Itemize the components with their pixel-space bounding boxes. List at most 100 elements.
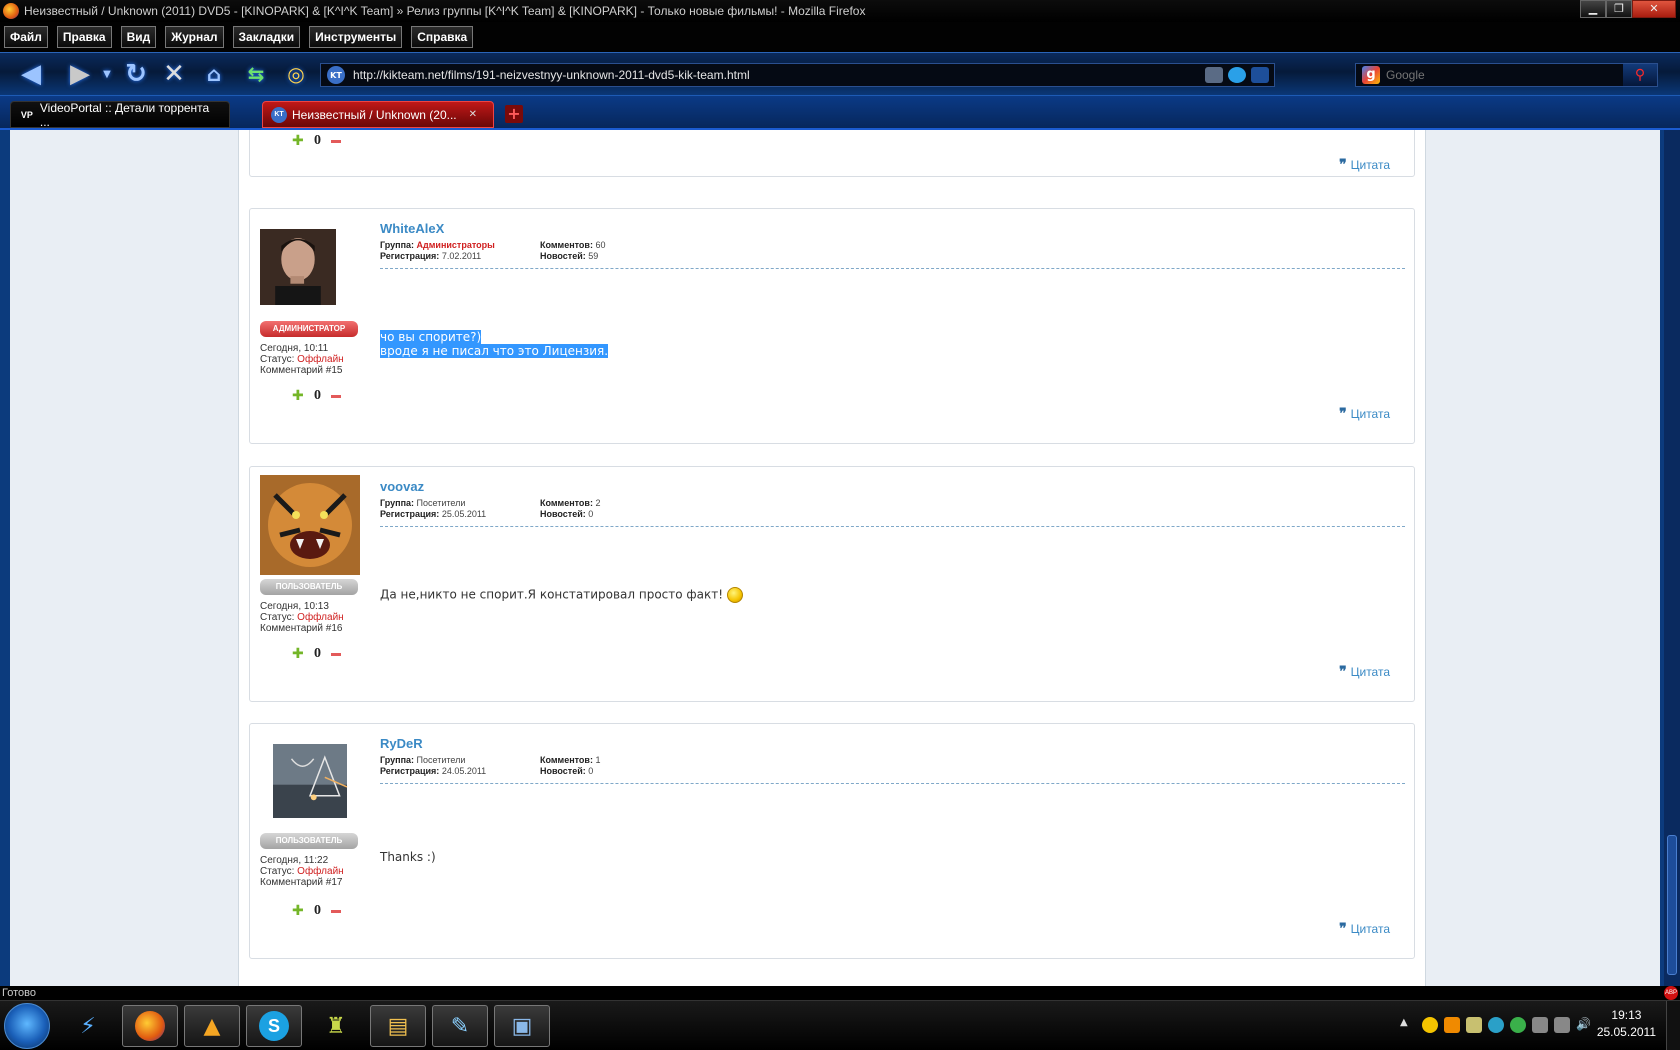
quote-label: Цитата [1350, 407, 1390, 421]
search-go-icon[interactable]: ⚲ [1623, 64, 1657, 86]
tray-network-icon[interactable] [1488, 1017, 1504, 1033]
stop-icon[interactable]: ✕ [158, 58, 190, 90]
tray-keyboard-icon[interactable] [1466, 1017, 1482, 1033]
comments-count: 2 [595, 498, 601, 508]
reload-icon[interactable]: ↻ [120, 58, 152, 90]
tray-media-icon[interactable] [1444, 1017, 1460, 1033]
download-icon[interactable]: ⇆ [240, 58, 272, 90]
comment-rating: ✚ 0 [292, 903, 341, 919]
left-margin [10, 130, 238, 986]
adblock-icon[interactable]: ABP [1664, 986, 1678, 1000]
maximize-button[interactable]: ❐ [1606, 0, 1632, 18]
minus-vote-icon[interactable] [331, 652, 341, 656]
tab-kikteam[interactable]: KT Неизвестный / Unknown (20... ✕ [262, 101, 494, 128]
comment-header: RyDeR Группа: Посетители Регистрация: 24… [380, 736, 1405, 784]
comment-author-panel: АДМИНИСТРАТОР Сегодня, 10:11 Статус: Офф… [260, 217, 370, 376]
tab-close-icon[interactable]: ✕ [469, 109, 477, 120]
avatar-voovaz[interactable] [260, 475, 360, 575]
plus-vote-icon[interactable]: ✚ [292, 646, 304, 662]
search-box[interactable]: g ⚲ [1355, 63, 1658, 87]
selected-text-line: вроде я не писал что это Лицензия. [380, 344, 609, 358]
menu-history[interactable]: Журнал [165, 26, 224, 48]
explorer-task-icon[interactable]: ▤ [370, 1005, 426, 1047]
menu-edit[interactable]: Правка [56, 26, 112, 48]
tray-utorrent-icon[interactable] [1510, 1017, 1526, 1033]
show-desktop-button[interactable] [1666, 1001, 1680, 1050]
skype-task-icon[interactable]: S [246, 1005, 302, 1047]
menu-bookmarks[interactable]: Закладки [232, 26, 301, 48]
new-tab-button[interactable]: + [505, 105, 523, 123]
quote-link[interactable]: ❞ Цитата [1339, 920, 1390, 937]
minimize-button[interactable]: ▁ [1580, 0, 1606, 18]
comment-body: чо вы спорите?) вроде я не писал что это… [380, 330, 609, 358]
quote-label: Цитата [1350, 158, 1390, 172]
role-badge: ПОЛЬЗОВАТЕЛЬ [260, 579, 358, 595]
comment-card: АДМИНИСТРАТОР Сегодня, 10:11 Статус: Офф… [249, 208, 1415, 444]
registration-date: 25.05.2011 [441, 509, 487, 519]
quote-icon: ❞ [1339, 920, 1347, 936]
bookmark-star-icon[interactable] [1228, 67, 1246, 83]
menu-bar: Файл Правка Вид Журнал Закладки Инструме… [0, 22, 1680, 52]
plus-vote-icon[interactable]: ✚ [292, 903, 304, 919]
avatar-whitealex[interactable] [260, 217, 336, 317]
home-icon[interactable]: ⌂ [198, 58, 230, 90]
tray-chat-icon[interactable] [1422, 1017, 1438, 1033]
author-link[interactable]: WhiteAleX [380, 221, 1405, 236]
tray-connection-icon[interactable] [1554, 1017, 1570, 1033]
plus-vote-icon[interactable]: ✚ [292, 133, 304, 149]
back-button[interactable]: ◀ [6, 58, 56, 90]
speed-dial-icon[interactable]: ◎ [280, 58, 312, 90]
comment-number: Комментарий #15 [260, 365, 343, 376]
tab-videoportal[interactable]: VP VideoPortal :: Детали торрента ... [10, 101, 230, 129]
quote-link[interactable]: ❞ Цитата [1339, 156, 1390, 173]
status-line: Статус: Оффлайн [260, 612, 344, 623]
url-bar[interactable]: KT http://kikteam.net/films/191-neizvest… [320, 63, 1275, 87]
author-link[interactable]: RyDeR [380, 736, 1405, 751]
author-link[interactable]: voovaz [380, 479, 1405, 494]
comment-card: ✚ 0 ❞ Цитата [249, 130, 1415, 177]
google-engine-icon[interactable]: g [1362, 66, 1380, 84]
forward-button[interactable]: ▶ [60, 58, 100, 90]
plus-vote-icon[interactable]: ✚ [292, 388, 304, 404]
clock-time: 19:13 [1611, 1008, 1642, 1022]
page-scrollbar[interactable] [1664, 130, 1680, 986]
bolt-app-icon[interactable]: ⚡ [60, 1005, 116, 1047]
minus-vote-icon[interactable] [331, 139, 341, 143]
rss-icon[interactable] [1205, 67, 1223, 83]
clock[interactable]: 19:13 25.05.2011 [1597, 1007, 1656, 1041]
close-window-button[interactable]: ✕ [1632, 0, 1676, 18]
menu-file[interactable]: Файл [4, 26, 48, 48]
menu-help[interactable]: Справка [411, 26, 474, 48]
scrollbar-thumb[interactable] [1667, 835, 1677, 975]
role-badge: ПОЛЬЗОВАТЕЛЬ [260, 833, 358, 849]
search-input[interactable] [1386, 68, 1623, 82]
game-app-icon[interactable]: ♜ [308, 1005, 364, 1047]
menu-view[interactable]: Вид [120, 26, 157, 48]
aimp-task-icon[interactable]: ▲ [184, 1005, 240, 1047]
volume-icon[interactable]: 🔊 [1576, 1017, 1592, 1033]
quote-link[interactable]: ❞ Цитата [1339, 663, 1390, 680]
news-count: 0 [588, 766, 594, 776]
tray-expand-icon[interactable]: ▲ [1400, 1017, 1416, 1033]
registration-date: 7.02.2011 [441, 251, 482, 261]
minus-vote-icon[interactable] [331, 909, 341, 913]
tray-display-icon[interactable] [1532, 1017, 1548, 1033]
start-button[interactable] [4, 1003, 50, 1049]
comment-header: voovaz Группа: Посетители Регистрация: 2… [380, 479, 1405, 527]
menu-tools[interactable]: Инструменты [309, 26, 403, 48]
image-viewer-task-icon[interactable]: ▣ [494, 1005, 550, 1047]
rating-value: 0 [314, 133, 321, 148]
url-text[interactable]: http://kikteam.net/films/191-neizvestnyy… [353, 68, 1205, 82]
selected-text-line: чо вы спорите?) [380, 330, 482, 344]
url-dropdown-icon[interactable] [1251, 67, 1269, 83]
firefox-task-icon[interactable] [122, 1005, 178, 1047]
comments-count: 1 [595, 755, 601, 765]
comment-text: Да не,никто не спорит.Я констатировал пр… [380, 587, 724, 602]
avatar-ryder[interactable] [260, 744, 360, 818]
status-text: Готово [2, 987, 36, 999]
firefox-icon [3, 3, 19, 19]
quote-link[interactable]: ❞ Цитата [1339, 405, 1390, 422]
history-dropdown-icon[interactable]: ▼ [100, 58, 114, 90]
minus-vote-icon[interactable] [331, 394, 341, 398]
paint-task-icon[interactable]: ✎ [432, 1005, 488, 1047]
